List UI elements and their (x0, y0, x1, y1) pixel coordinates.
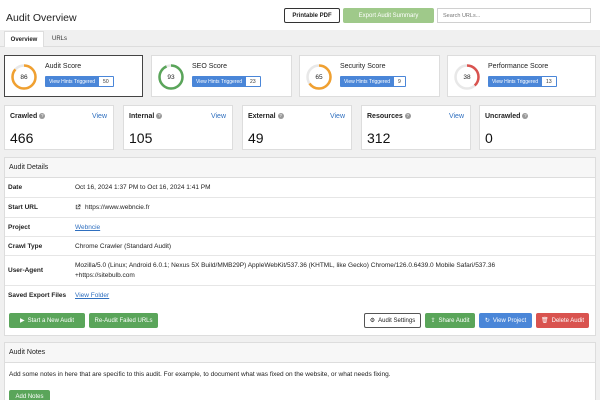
audit-notes-title: Audit Notes (5, 343, 595, 363)
tab-overview[interactable]: Overview (4, 31, 44, 47)
export-audit-summary-button[interactable]: Export Audit Summary (343, 8, 434, 23)
refresh-icon: ↻ (484, 318, 490, 324)
share-audit-button[interactable]: ⇪ Share Audit (425, 313, 475, 328)
stat-label: Resources? (367, 113, 411, 120)
help-icon[interactable]: ? (404, 113, 411, 119)
start-new-audit-button[interactable]: ▶ Start a New Audit (9, 313, 85, 328)
hints-count: 23 (246, 77, 260, 86)
crawl-type-row: Crawl Type Chrome Crawler (Standard Audi… (5, 237, 595, 256)
stat-label: Crawled? (10, 113, 46, 120)
start-url-value: https://www.webncie.fr (75, 204, 150, 211)
stat-label: External? (248, 113, 284, 120)
seo-score-value: 93 (167, 73, 175, 81)
security-view-hints-button[interactable]: View Hints Triggered 9 (340, 76, 406, 87)
audit-score-value: 86 (20, 73, 28, 81)
view-folder-link[interactable]: View Folder (75, 292, 109, 299)
audit-notes-text: Add some notes in here that are specific… (9, 371, 391, 378)
view-internal-link[interactable]: View (211, 113, 226, 120)
user-agent-row: User-Agent Mozilla/5.0 (Linux; Android 6… (5, 256, 595, 286)
add-notes-button[interactable]: Add Notes (9, 390, 50, 400)
view-project-button[interactable]: ↻ View Project (479, 313, 532, 328)
help-icon[interactable]: ? (522, 113, 529, 119)
audit-score-title: Audit Score (45, 63, 82, 70)
user-agent-label: User-Agent (8, 267, 44, 274)
user-agent-line-1: Mozilla/5.0 (Linux; Android 6.0.1; Nexus… (75, 262, 496, 269)
play-icon: ▶ (20, 318, 25, 324)
security-score-title: Security Score (340, 63, 386, 70)
hints-label: View Hints Triggered (49, 78, 96, 85)
date-value: Oct 16, 2024 1:37 PM to Oct 16, 2024 1:4… (75, 184, 211, 191)
score-card-performance[interactable]: 38 Performance Score View Hints Triggere… (447, 55, 596, 97)
hints-count: 13 (542, 77, 556, 86)
stat-value: 312 (367, 130, 391, 146)
help-icon[interactable]: ? (39, 113, 46, 119)
view-resources-link[interactable]: View (449, 113, 464, 120)
stat-value: 0 (485, 130, 493, 146)
page-title: Audit Overview (6, 12, 77, 24)
user-agent-line-2: +https://sitebulb.com (75, 272, 135, 279)
security-score-value: 65 (315, 73, 323, 81)
audit-notes-panel: Audit Notes Add some notes in here that … (4, 342, 596, 400)
stat-card-external: External? View 49 (242, 105, 352, 150)
project-label: Project (8, 224, 31, 231)
crawl-type-label: Crawl Type (8, 243, 43, 250)
hints-label: View Hints Triggered (344, 78, 391, 85)
start-url-label: Start URL (8, 204, 38, 211)
view-crawled-link[interactable]: View (92, 113, 107, 120)
performance-score-title: Performance Score (488, 63, 549, 70)
saved-exports-label: Saved Export Files (8, 292, 67, 299)
hints-count: 50 (99, 77, 113, 86)
date-label: Date (8, 184, 23, 191)
external-link-icon[interactable] (75, 204, 81, 210)
project-row: Project Webncie (5, 218, 595, 237)
start-url-text: https://www.webncie.fr (85, 204, 150, 211)
stat-value: 466 (10, 130, 34, 146)
tab-bar: Overview URLs (0, 30, 600, 47)
stat-card-resources: Resources? View 312 (361, 105, 471, 150)
score-card-security[interactable]: 65 Security Score View Hints Triggered 9 (299, 55, 440, 97)
crawl-type-value: Chrome Crawler (Standard Audit) (75, 243, 172, 250)
tab-urls[interactable]: URLs (44, 31, 75, 47)
audit-details-panel: Audit Details Date Oct 16, 2024 1:37 PM … (4, 157, 596, 336)
stat-value: 49 (248, 130, 264, 146)
hints-label: View Hints Triggered (196, 78, 243, 85)
performance-score-value: 38 (463, 73, 471, 81)
seo-view-hints-button[interactable]: View Hints Triggered 23 (192, 76, 261, 87)
trash-icon: 🗑 (541, 318, 549, 324)
re-audit-failed-urls-button[interactable]: Re-Audit Failed URLs (89, 313, 158, 328)
view-external-link[interactable]: View (330, 113, 345, 120)
printable-pdf-button[interactable]: Printable PDF (284, 8, 340, 23)
score-card-audit[interactable]: 86 Audit Score View Hints Triggered 50 (4, 55, 143, 97)
audit-settings-button[interactable]: ⚙ Audit Settings (364, 313, 421, 328)
stat-label: Uncrawled? (485, 113, 529, 120)
help-icon[interactable]: ? (277, 113, 284, 119)
delete-audit-button[interactable]: 🗑 Delete Audit (536, 313, 589, 328)
score-card-seo[interactable]: 93 SEO Score View Hints Triggered 23 (151, 55, 292, 97)
search-urls-input[interactable] (437, 8, 591, 23)
saved-exports-row: Saved Export Files View Folder (5, 286, 595, 306)
performance-view-hints-button[interactable]: View Hints Triggered 13 (488, 76, 557, 87)
date-row: Date Oct 16, 2024 1:37 PM to Oct 16, 202… (5, 178, 595, 198)
project-link[interactable]: Webncie (75, 224, 100, 231)
stat-value: 105 (129, 130, 153, 146)
audit-view-hints-button[interactable]: View Hints Triggered 50 (45, 76, 114, 87)
gear-icon: ⚙ (369, 318, 376, 324)
top-bar: Audit Overview Printable PDF Export Audi… (0, 0, 600, 30)
help-icon[interactable]: ? (156, 113, 163, 119)
stat-card-internal: Internal? View 105 (123, 105, 233, 150)
audit-details-title: Audit Details (5, 158, 595, 178)
seo-score-title: SEO Score (192, 63, 228, 70)
stat-card-crawled: Crawled? View 466 (4, 105, 114, 150)
stat-label: Internal? (129, 113, 163, 120)
share-icon: ⇪ (430, 318, 436, 324)
start-url-row: Start URL https://www.webncie.fr (5, 198, 595, 218)
hints-count: 9 (394, 77, 405, 86)
hints-label: View Hints Triggered (492, 78, 539, 85)
stat-card-uncrawled: Uncrawled? 0 (479, 105, 596, 150)
